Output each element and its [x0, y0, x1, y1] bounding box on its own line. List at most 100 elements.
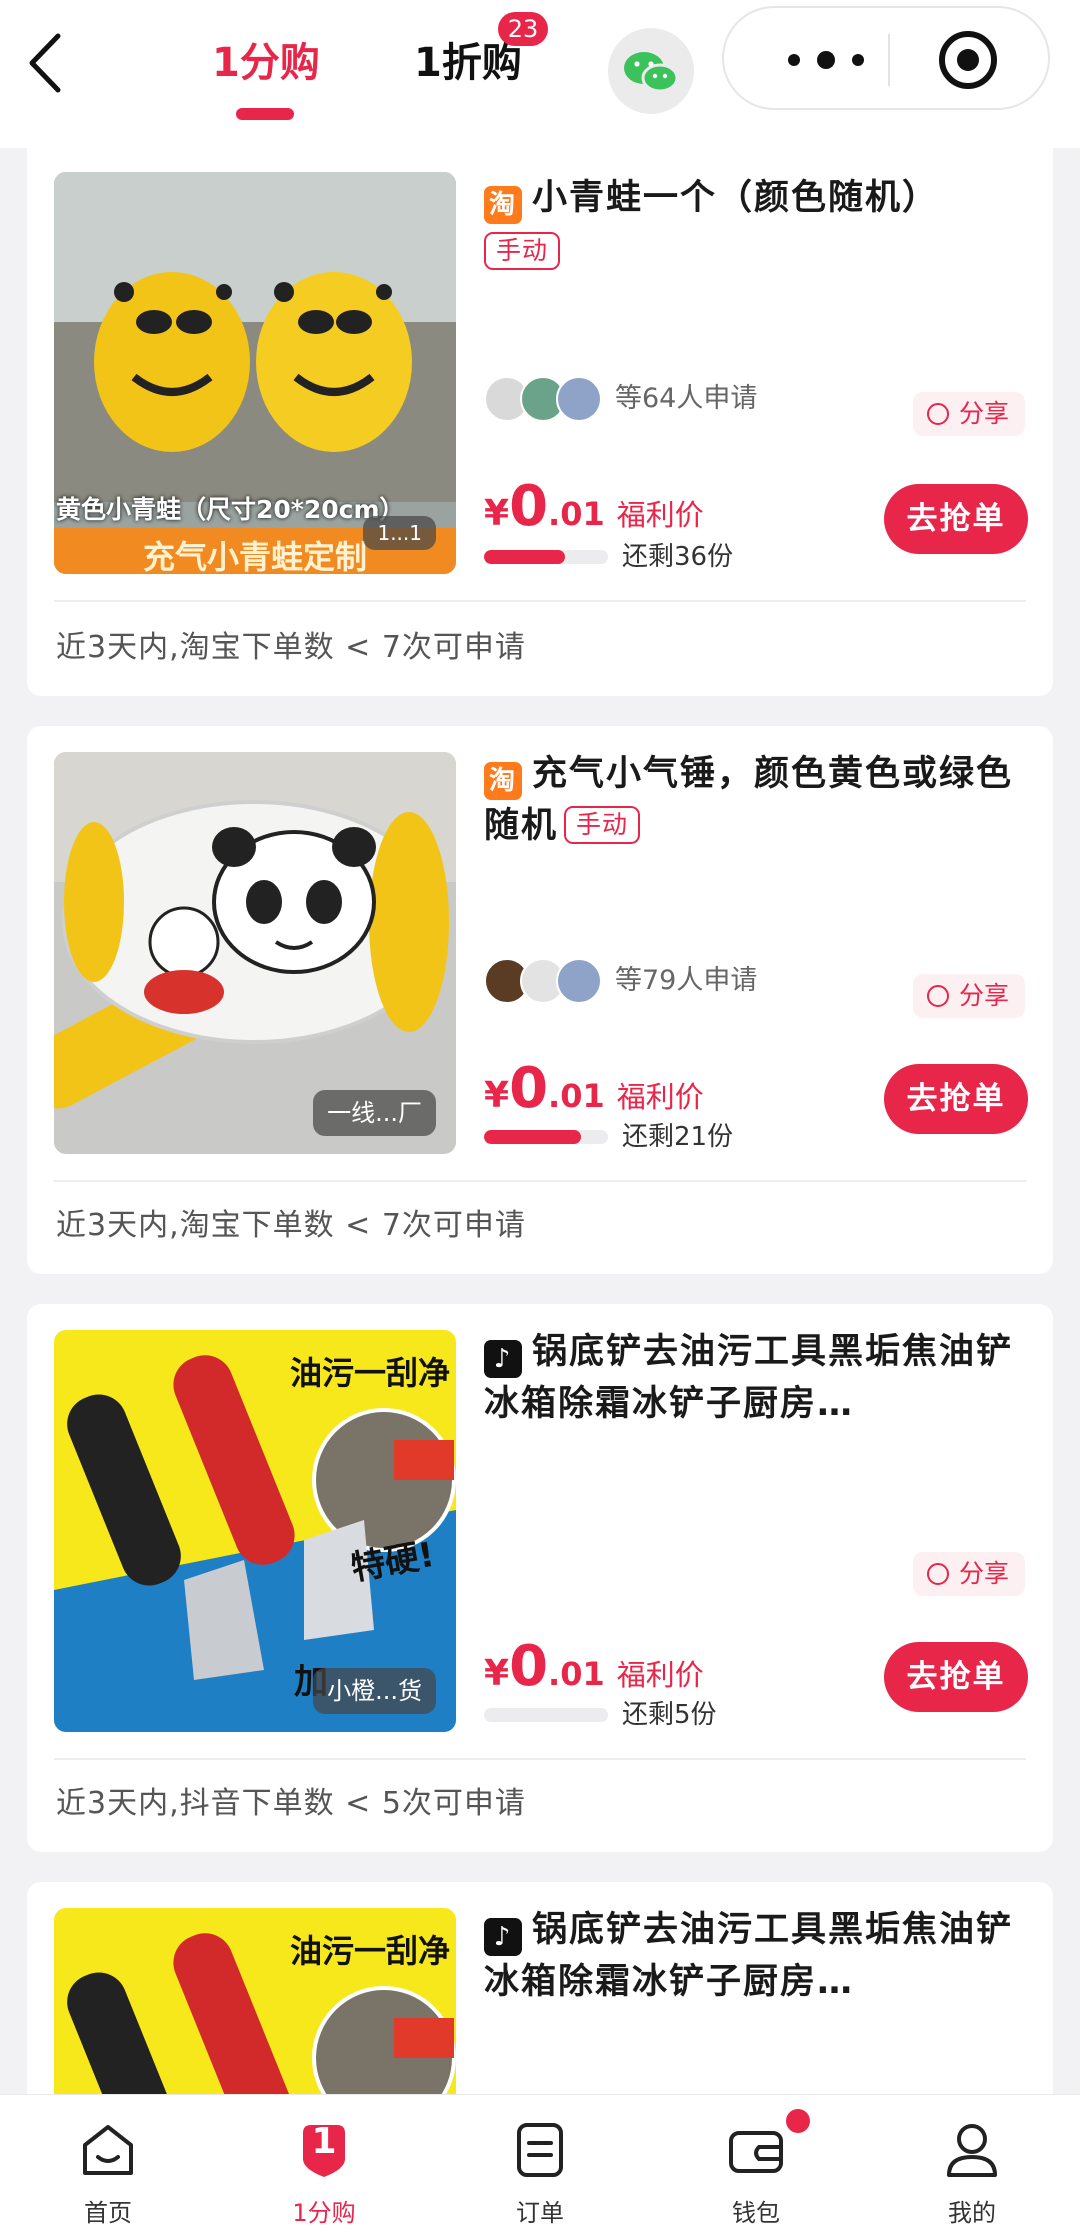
share-icon — [927, 985, 949, 1007]
avatar — [556, 376, 602, 422]
grab-order-button[interactable]: 去抢单 — [884, 1642, 1028, 1712]
grab-order-button[interactable]: 去抢单 — [884, 484, 1028, 554]
product-image[interactable]: 黄色小青蛙（尺寸20*20cm） 充气小青蛙定制 1...1 — [54, 172, 456, 574]
product-title[interactable]: 淘小青蛙一个（颜色随机） — [484, 172, 1024, 224]
home-icon — [83, 2125, 133, 2175]
share-label: 分享 — [958, 1559, 1009, 1588]
nav-item-wallet[interactable]: 钱包 — [648, 2095, 864, 2237]
divider — [54, 1180, 1026, 1182]
avatar — [556, 958, 602, 1004]
nav-label: 钱包 — [732, 2199, 780, 2227]
target-close-icon[interactable] — [936, 28, 1000, 92]
product-card[interactable]: 黄色小青蛙（尺寸20*20cm） 充气小青蛙定制 1...1 淘小青蛙一个（颜色… — [27, 148, 1053, 696]
share-icon — [927, 1563, 949, 1585]
remaining-count: 还剩5份 — [622, 1700, 717, 1730]
douyin-icon: ♪ — [484, 1918, 522, 1956]
price-integer: 0 — [509, 1634, 549, 1699]
thumb-tag: 小橙...货 — [313, 1668, 436, 1714]
manual-tag: 手动 — [564, 806, 641, 844]
share-label: 分享 — [958, 399, 1009, 428]
remaining-count: 还剩36份 — [622, 542, 734, 572]
thumb-text-top: 油污一刮净 — [289, 1354, 450, 1392]
price-integer: 0 — [509, 474, 549, 539]
thumb-tag: 1...1 — [363, 516, 436, 550]
apply-condition: 近3天内,抖音下单数 < 5次可申请 — [56, 1786, 526, 1821]
price-decimal: .01 — [548, 1077, 605, 1115]
product-image[interactable]: 油污一刮净 特硬! 加 小橙...货 — [54, 1330, 456, 1732]
grab-order-button[interactable]: 去抢单 — [884, 1064, 1028, 1134]
chevron-left-icon — [29, 33, 61, 93]
stock-progress-fill — [484, 550, 565, 564]
taobao-icon: 淘 — [484, 186, 522, 224]
top-bar: 1分购 1折购 23 — [0, 0, 1080, 148]
stock-progress — [484, 550, 608, 564]
product-title-text: 锅底铲去油污工具黑垢焦油铲冰箱除霜冰铲子厨房… — [484, 1910, 1014, 2002]
share-button[interactable]: 分享 — [913, 1552, 1025, 1596]
taobao-icon: 淘 — [484, 762, 522, 800]
price-label: 福利价 — [616, 1658, 704, 1692]
bottom-tab-bar: 首页 1 1分购 订单 钱包 我的 — [0, 2094, 1080, 2237]
stock-progress — [484, 1130, 608, 1144]
price-currency: ¥ — [484, 1075, 510, 1116]
douyin-icon: ♪ — [484, 1340, 522, 1378]
product-title[interactable]: ♪ 锅底铲去油污工具黑垢焦油铲冰箱除霜冰铲子厨房… — [484, 1326, 1024, 1430]
profile-icon — [947, 2124, 997, 2177]
wechat-icon — [624, 52, 679, 93]
wechat-button[interactable] — [608, 28, 694, 114]
nav-label: 我的 — [948, 2199, 996, 2227]
price-currency: ¥ — [484, 1653, 510, 1694]
product-title-text: 小青蛙一个（颜色随机） — [532, 178, 940, 218]
product-image[interactable]: 油污一刮净 — [54, 1908, 456, 2094]
tab-1-cent[interactable]: 1分购 — [212, 30, 320, 88]
back-button[interactable] — [22, 28, 82, 98]
wallet-icon — [729, 2131, 783, 2173]
product-title[interactable]: ♪ 锅底铲去油污工具黑垢焦油铲冰箱除霜冰铲子厨房… — [484, 1904, 1024, 2008]
nav-item-home[interactable]: 首页 — [0, 2095, 216, 2237]
nav-item-profile[interactable]: 我的 — [864, 2095, 1080, 2237]
divider — [54, 1758, 1026, 1760]
applicant-count: 等64人申请 — [615, 383, 758, 414]
product-card[interactable]: 油污一刮净 特硬! 加 小橙...货 ♪ 锅底铲去油污工具黑垢焦油铲冰箱除霜冰铲子… — [27, 1304, 1053, 1852]
price-label: 福利价 — [616, 1080, 704, 1114]
price: ¥0.01 福利价 — [484, 1056, 704, 1121]
nav-label: 订单 — [516, 2199, 564, 2227]
product-title[interactable]: 淘充气小气锤，颜色黄色或绿色随机 手动 — [484, 748, 1024, 852]
price-integer: 0 — [509, 1056, 549, 1121]
price-label: 福利价 — [616, 498, 704, 532]
price: ¥0.01 福利价 — [484, 1634, 704, 1699]
apply-condition: 近3天内,淘宝下单数 < 7次可申请 — [56, 1208, 526, 1243]
share-label: 分享 — [958, 981, 1009, 1010]
thumb-text-top: 油污一刮净 — [289, 1932, 450, 1970]
share-button[interactable]: 分享 — [913, 392, 1025, 436]
price-decimal: .01 — [548, 1655, 605, 1693]
stock-progress-fill — [484, 1130, 581, 1144]
capsule-divider — [888, 34, 890, 86]
apply-condition: 近3天内,淘宝下单数 < 7次可申请 — [56, 630, 526, 665]
notification-dot — [786, 2109, 810, 2133]
tab-badge: 23 — [498, 12, 548, 46]
product-card[interactable]: 一线...厂 淘充气小气锤，颜色黄色或绿色随机 手动 等79人申请 分享 ¥0.0… — [27, 726, 1053, 1274]
applicant-count: 等79人申请 — [615, 965, 758, 996]
remaining-count: 还剩21份 — [622, 1122, 734, 1152]
price: ¥0.01 福利价 — [484, 474, 704, 539]
thumb-text-bottom: 加 — [294, 1662, 328, 1702]
manual-tag: 手动 — [484, 232, 561, 270]
more-dots-icon[interactable] — [772, 48, 880, 72]
miniprogram-capsule — [722, 6, 1050, 110]
price-currency: ¥ — [484, 493, 510, 534]
active-tab-indicator — [236, 108, 294, 120]
price-decimal: .01 — [548, 495, 605, 533]
product-card[interactable]: 油污一刮净 ♪ 锅底铲去油污工具黑垢焦油铲冰箱除霜冰铲子厨房… — [27, 1882, 1053, 2094]
manual-row: 手动 — [484, 232, 561, 270]
one-cent-icon-text: 1 — [311, 2121, 337, 2162]
stock-progress — [484, 1708, 608, 1722]
thumb-tag: 一线...厂 — [313, 1090, 436, 1136]
nav-item-1-cent[interactable]: 1 1分购 — [216, 2095, 432, 2237]
product-image[interactable]: 一线...厂 — [54, 752, 456, 1154]
share-button[interactable]: 分享 — [913, 974, 1025, 1018]
nav-label: 1分购 — [292, 2199, 356, 2227]
share-icon — [927, 403, 949, 425]
nav-item-orders[interactable]: 订单 — [432, 2095, 648, 2237]
product-title-text: 锅底铲去油污工具黑垢焦油铲冰箱除霜冰铲子厨房… — [484, 1332, 1014, 1424]
order-icon — [517, 2123, 563, 2177]
